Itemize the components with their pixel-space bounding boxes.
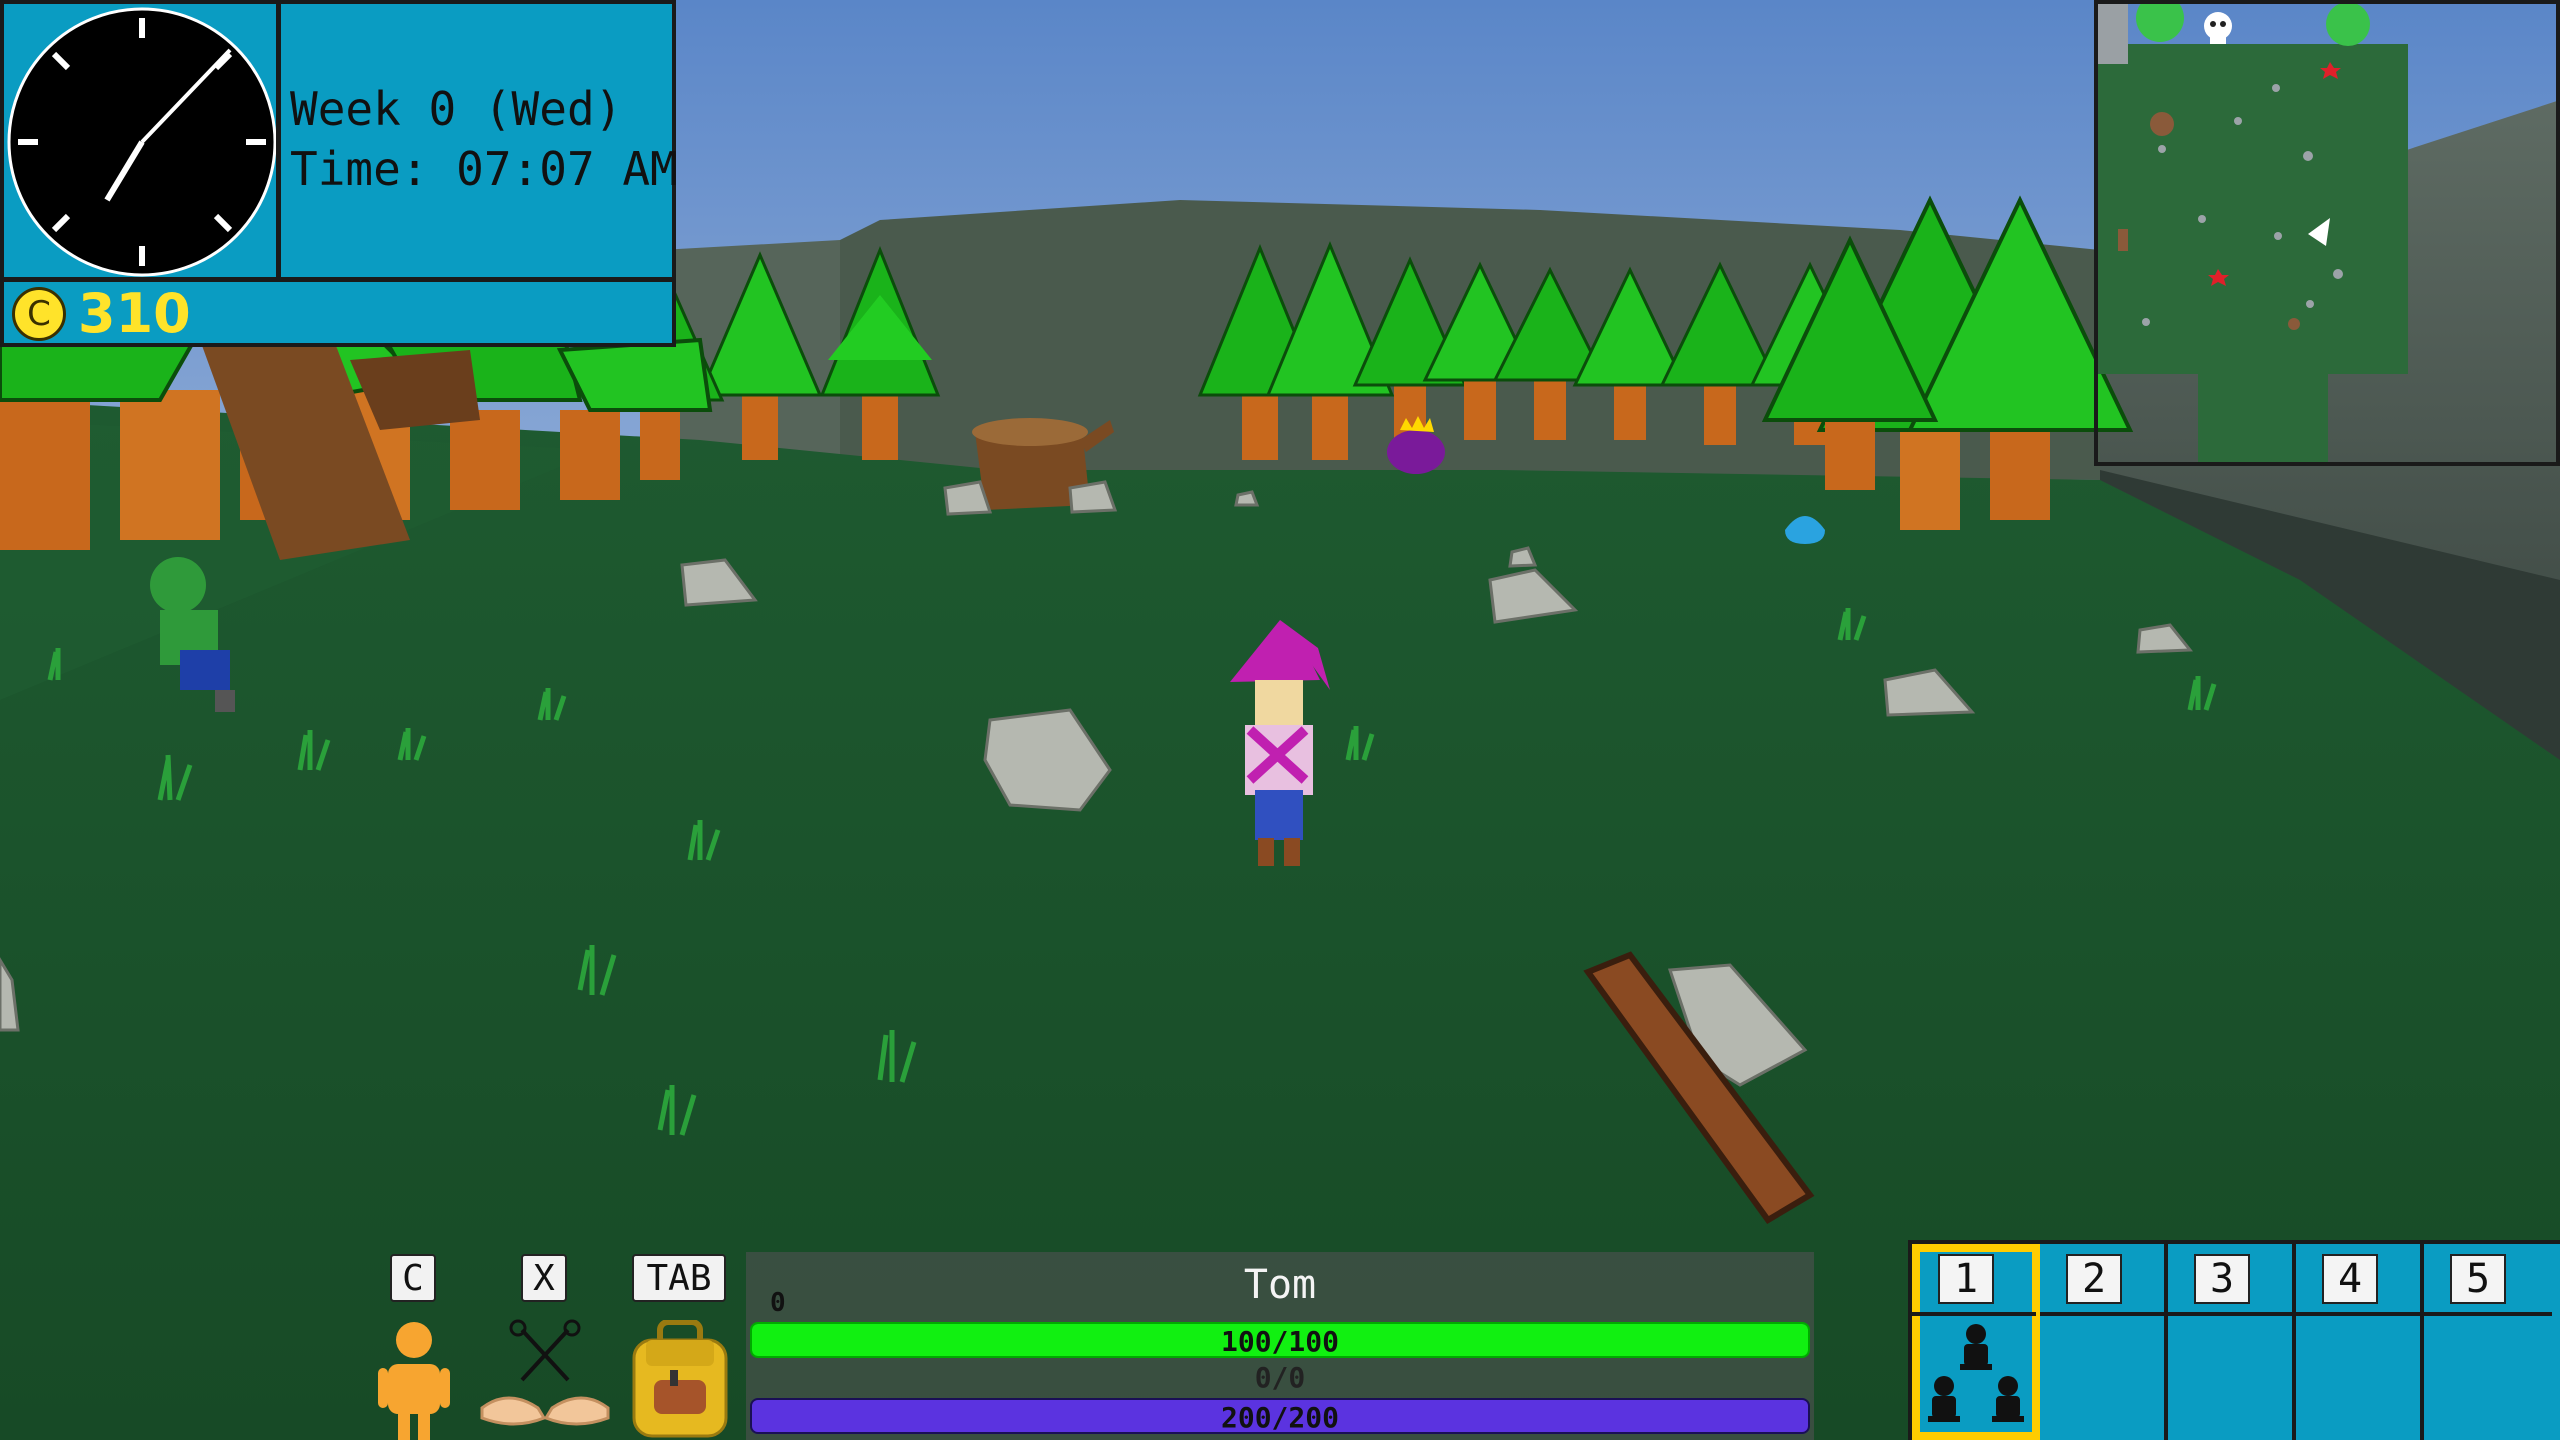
mana-text: 200/200 xyxy=(1220,1401,1339,1434)
backpack-icon[interactable] xyxy=(626,1320,734,1440)
hotbar-slot-3[interactable]: 3 xyxy=(2168,1244,2296,1440)
week-day-label: Week 0 (Wed) xyxy=(290,82,623,136)
hotbar-slot-number: 5 xyxy=(2450,1254,2506,1304)
skills-key[interactable]: X xyxy=(521,1254,567,1302)
hotbar-slot-1[interactable]: 1 xyxy=(1912,1244,2040,1440)
stamina-text: 0/0 xyxy=(1254,1362,1306,1394)
mana-bar: 200/200 xyxy=(750,1398,1810,1434)
analog-clock-icon xyxy=(7,7,277,277)
hotbar-slot-2[interactable]: 2 xyxy=(2040,1244,2168,1440)
hotbar-slot-number: 2 xyxy=(2066,1254,2122,1304)
coin-count: 310 xyxy=(78,282,191,345)
coin-icon: C xyxy=(12,287,66,341)
clock-panel: Week 0 (Wed) Time: 07:07 AM C 310 xyxy=(0,0,678,347)
minimap[interactable] xyxy=(2094,0,2560,466)
skull-icon xyxy=(2204,12,2232,44)
character-icon[interactable] xyxy=(374,1316,454,1440)
hotbar-slot-4[interactable]: 4 xyxy=(2296,1244,2424,1440)
skills-hands-icon[interactable] xyxy=(478,1318,612,1438)
inventory-key[interactable]: TAB xyxy=(632,1254,726,1302)
health-text: 100/100 xyxy=(1220,1325,1339,1358)
character-key[interactable]: C xyxy=(390,1254,436,1302)
time-label: Time: 07:07 AM xyxy=(290,142,678,196)
hotbar-slot-number: 3 xyxy=(2194,1254,2250,1304)
hotbar-slot-number: 1 xyxy=(1938,1254,1994,1304)
hotbar-slot-number: 4 xyxy=(2322,1254,2378,1304)
player-name: Tom xyxy=(1243,1262,1317,1308)
player-status-panel: Tom 0 100/100 0/0 200/200 xyxy=(746,1252,1814,1440)
health-bar: 100/100 xyxy=(750,1322,1810,1358)
hotbar: 1 2 3 4 5 xyxy=(1908,1240,2560,1440)
stamina-bar: 0/0 xyxy=(750,1362,1810,1394)
hotbar-slot-5[interactable]: 5 xyxy=(2424,1244,2552,1440)
xp-value: 0 xyxy=(770,1288,786,1318)
figures-icon xyxy=(1928,1324,2024,1422)
